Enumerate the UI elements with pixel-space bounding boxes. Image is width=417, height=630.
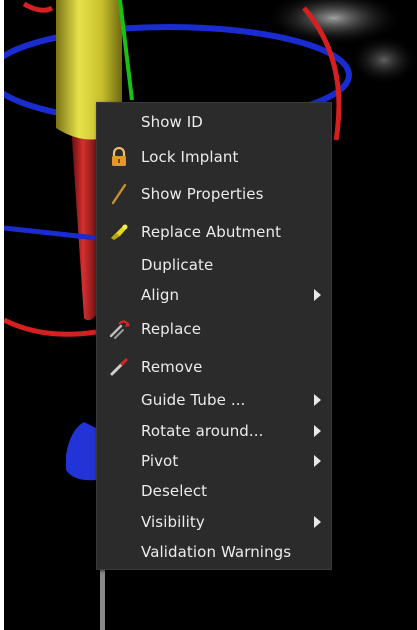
menu-item-lock-implant[interactable]: Lock Implant xyxy=(97,143,331,171)
lock-icon xyxy=(107,145,131,169)
3d-viewport[interactable]: Show ID Lock Implant Show Properties Rep… xyxy=(4,0,417,630)
menu-item-label: Remove xyxy=(141,358,203,376)
remove-icon xyxy=(107,355,131,379)
menu-item-label: Validation Warnings xyxy=(141,543,292,561)
submenu-arrow-icon xyxy=(314,425,321,437)
menu-item-rotate-around[interactable]: Rotate around... xyxy=(97,417,331,445)
red-rotation-ring xyxy=(22,1,54,13)
menu-item-duplicate[interactable]: Duplicate xyxy=(97,251,331,279)
menu-item-replace-abutment[interactable]: Replace Abutment xyxy=(97,218,331,246)
menu-item-label: Rotate around... xyxy=(141,422,264,440)
menu-item-show-properties[interactable]: Show Properties xyxy=(97,180,331,208)
menu-item-label: Duplicate xyxy=(141,256,214,274)
submenu-arrow-icon xyxy=(314,289,321,301)
menu-item-label: Pivot xyxy=(141,452,179,470)
menu-item-visibility[interactable]: Visibility xyxy=(97,508,331,536)
menu-item-deselect[interactable]: Deselect xyxy=(97,477,331,505)
pencil-icon xyxy=(107,182,131,206)
menu-item-guide-tube[interactable]: Guide Tube ... xyxy=(97,386,331,414)
menu-item-label: Show ID xyxy=(141,113,203,131)
menu-item-validation-warnings[interactable]: Validation Warnings xyxy=(97,538,331,566)
menu-item-label: Show Properties xyxy=(141,185,264,203)
submenu-arrow-icon xyxy=(314,516,321,528)
menu-item-show-id[interactable]: Show ID xyxy=(97,108,331,136)
menu-item-label: Align xyxy=(141,286,180,304)
context-menu: Show ID Lock Implant Show Properties Rep… xyxy=(96,102,332,570)
blue-handle xyxy=(66,422,96,481)
menu-item-label: Replace xyxy=(141,320,202,338)
menu-item-label: Deselect xyxy=(141,482,208,500)
replace-icon xyxy=(107,317,131,341)
menu-item-label: Visibility xyxy=(141,513,205,531)
menu-item-pivot[interactable]: Pivot xyxy=(97,447,331,475)
submenu-arrow-icon xyxy=(314,455,321,467)
guide-shaft xyxy=(100,568,105,630)
menu-item-replace[interactable]: Replace xyxy=(97,315,331,343)
menu-item-label: Guide Tube ... xyxy=(141,391,246,409)
abutment-icon xyxy=(107,220,131,244)
menu-item-label: Lock Implant xyxy=(141,148,239,166)
red-rotation-ring xyxy=(4,317,97,337)
menu-item-label: Replace Abutment xyxy=(141,223,282,241)
submenu-arrow-icon xyxy=(314,394,321,406)
menu-item-remove[interactable]: Remove xyxy=(97,353,331,381)
menu-item-align[interactable]: Align xyxy=(97,281,331,309)
bone-cloud xyxy=(349,35,417,85)
